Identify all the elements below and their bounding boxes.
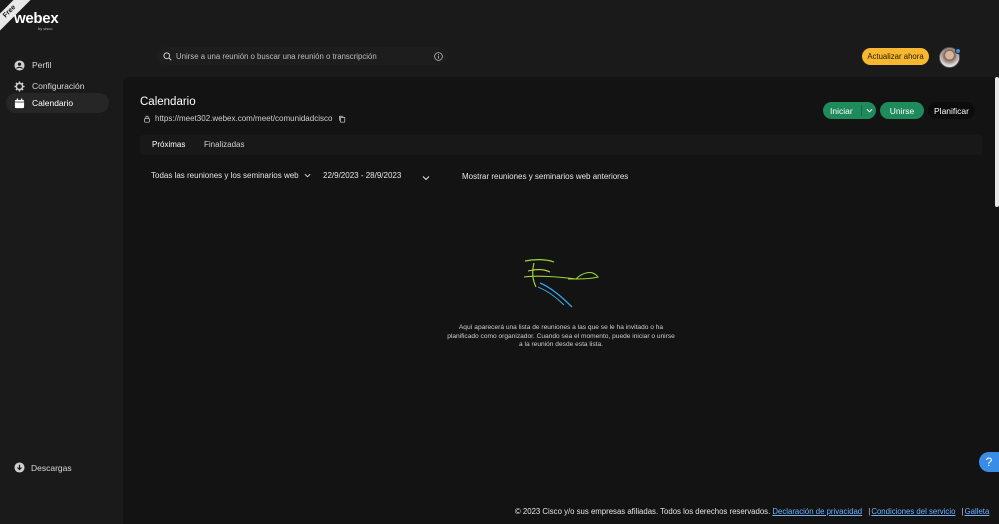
logo-text: webex <box>14 10 59 27</box>
tab-finished[interactable]: Finalizadas <box>204 140 244 149</box>
cookies-link[interactable]: Galleta <box>965 507 990 516</box>
meeting-type-label: Todas las reuniones y los seminarios web <box>151 171 299 180</box>
footer: © 2023 Cisco y/o sus empresas afiliadas.… <box>515 507 989 516</box>
chevron-down-icon[interactable] <box>866 107 873 114</box>
calendar-icon <box>14 98 25 109</box>
help-button[interactable]: ? <box>979 452 999 472</box>
show-past-meetings-toggle[interactable]: Mostrar reuniones y seminarios web anter… <box>462 172 628 181</box>
split-divider <box>860 105 862 116</box>
sidebar-item-label: Calendario <box>32 98 74 108</box>
start-label: Iniciar <box>830 105 853 116</box>
show-past-label: Mostrar reuniones y seminarios web anter… <box>462 172 629 181</box>
gear-icon <box>14 80 25 92</box>
sidebar-item-label: Perfil <box>32 60 52 70</box>
status-dot <box>955 48 961 54</box>
search-icon <box>163 51 172 61</box>
schedule-button[interactable]: Planificar <box>928 102 975 119</box>
page-title: Calendario <box>140 96 196 108</box>
empty-state-illustration <box>523 259 599 308</box>
privacy-link[interactable]: Declaración de privacidad <box>772 507 862 516</box>
upgrade-now-button[interactable]: Actualizar ahora <box>862 48 929 65</box>
room-url[interactable]: https://meet302.webex.com/meet/comunidad… <box>155 114 332 123</box>
personal-room-link: https://meet302.webex.com/meet/comunidad… <box>143 114 346 123</box>
meeting-type-filter[interactable]: Todas las reuniones y los seminarios web <box>151 171 311 180</box>
date-range-picker[interactable]: 22/9/2023 - 28/9/2023 <box>323 171 401 180</box>
scrollbar[interactable] <box>995 77 999 207</box>
chevron-down-icon[interactable] <box>422 174 430 182</box>
sidebar-item-label: Configuración <box>32 81 85 91</box>
info-icon[interactable] <box>434 51 443 61</box>
logo-sub: by cisco <box>38 26 53 31</box>
sidebar-item-calendar[interactable]: Calendario <box>6 93 109 113</box>
tab-upcoming[interactable]: Próximas <box>152 140 185 149</box>
chevron-down-icon <box>304 173 311 178</box>
search-input[interactable] <box>176 51 434 61</box>
download-icon <box>14 462 25 473</box>
footer-separator: | <box>961 507 964 516</box>
start-meeting-button[interactable]: Iniciar <box>823 102 876 119</box>
sidebar-item-downloads[interactable]: Descargas <box>14 462 72 473</box>
webex-logo: webex by cisco <box>14 10 59 31</box>
join-button[interactable]: Unirse <box>880 102 924 119</box>
terms-link[interactable]: Condiciones del servicio <box>871 507 955 516</box>
date-range-label: 22/9/2023 - 28/9/2023 <box>323 171 402 180</box>
search-bar[interactable] <box>157 47 449 65</box>
empty-state-message: Aquí aparecerá una lista de reuniones a … <box>447 324 675 349</box>
copy-icon[interactable] <box>338 115 346 123</box>
profile-icon <box>14 59 25 71</box>
sidebar-item-profile[interactable]: Perfil <box>6 55 109 75</box>
copyright-text: © 2023 Cisco y/o sus empresas afiliadas.… <box>515 507 771 516</box>
lock-icon <box>144 115 150 123</box>
downloads-label: Descargas <box>31 462 72 473</box>
tabs-bar <box>140 135 982 155</box>
